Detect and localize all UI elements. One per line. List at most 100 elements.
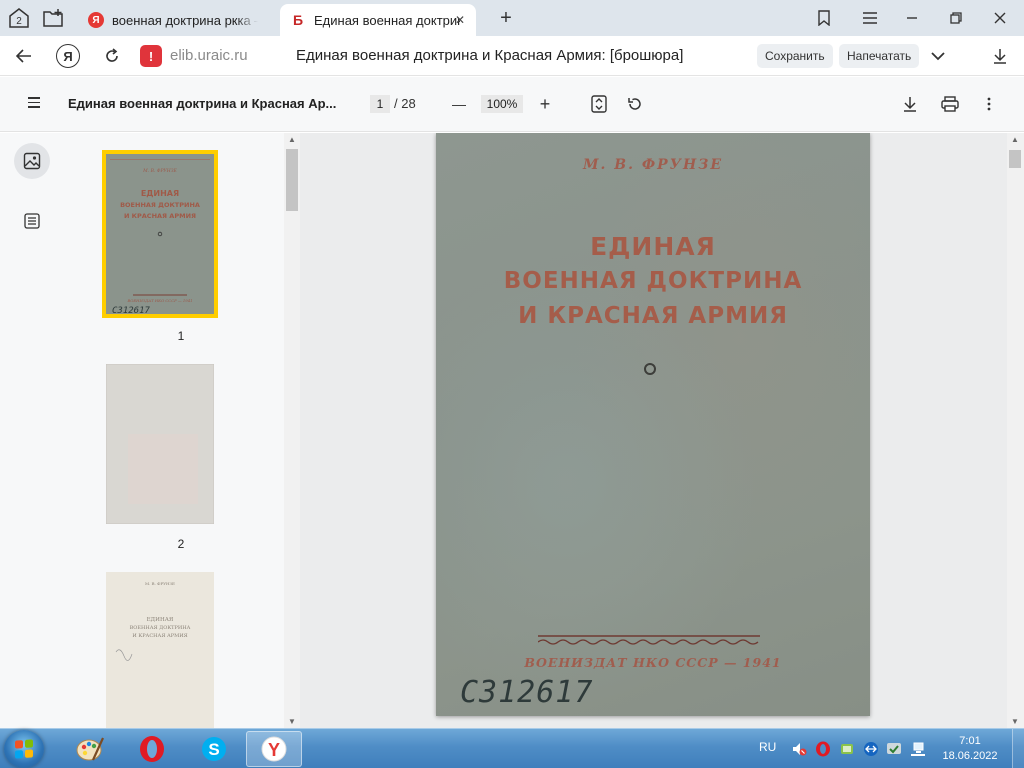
arrow-left-icon bbox=[16, 49, 31, 63]
tab-bar: 2 Я военная доктрина ркка — Яндекс Б Еди… bbox=[0, 0, 1024, 36]
paint-palette-icon bbox=[76, 737, 105, 761]
svg-text:ЕДИНАЯ: ЕДИНАЯ bbox=[141, 189, 179, 198]
document-viewer[interactable]: М. В. ФРУНЗЕ ЕДИНАЯ ВОЕННАЯ ДОКТРИНА И К… bbox=[300, 133, 1007, 728]
svg-text:ВОЕННАЯ ДОКТРИНА: ВОЕННАЯ ДОКТРИНА bbox=[130, 625, 191, 631]
pdf-download-button[interactable] bbox=[899, 93, 921, 115]
menu-button[interactable] bbox=[858, 6, 882, 30]
close-tab-icon[interactable]: ✕ bbox=[452, 12, 468, 28]
thumbnail-scrollbar[interactable]: ▲ ▼ bbox=[284, 133, 300, 728]
tab-title: Единая военная доктрина и Красная Армия bbox=[314, 12, 460, 28]
windows-logo-icon bbox=[15, 739, 33, 759]
scrollbar-handle[interactable] bbox=[1009, 150, 1021, 168]
folder-plus-icon bbox=[43, 9, 63, 27]
page-thumbnail-1[interactable]: М. В. ФРУНЗЕ ЕДИНАЯ ВОЕННАЯ ДОКТРИНА И К… bbox=[102, 150, 218, 318]
page-thumbnail-3[interactable]: М. В. ФРУНЗЕ ЕДИНАЯ ВОЕННАЯ ДОКТРИНА И К… bbox=[106, 572, 214, 728]
taskbar-paint-app[interactable] bbox=[62, 731, 118, 767]
fit-page-button[interactable] bbox=[588, 93, 610, 115]
url-text[interactable]: elib.uraic.ru bbox=[170, 47, 248, 64]
page-thumbnail-2[interactable] bbox=[105, 363, 215, 525]
pdf-title: Единая военная доктрина и Красная Ар... bbox=[68, 96, 337, 111]
yandex-logo-button[interactable]: Я bbox=[56, 44, 80, 68]
thumbnail-number: 2 bbox=[177, 537, 185, 551]
minimize-button[interactable] bbox=[900, 6, 924, 30]
home-tabs-icon: 2 bbox=[9, 8, 29, 28]
minus-icon: — bbox=[452, 96, 466, 112]
download-icon bbox=[904, 97, 916, 112]
svg-text:Y: Y bbox=[268, 740, 280, 760]
taskbar-skype-app[interactable]: S bbox=[186, 731, 242, 767]
outline-view-button[interactable] bbox=[14, 203, 50, 239]
zoom-input[interactable] bbox=[481, 95, 523, 113]
show-desktop-button[interactable] bbox=[1012, 729, 1024, 768]
scroll-down-icon[interactable]: ▼ bbox=[288, 717, 296, 726]
downloads-button[interactable] bbox=[988, 44, 1012, 68]
more-actions-button[interactable] bbox=[926, 44, 950, 68]
download-icon bbox=[994, 49, 1006, 64]
svg-text:ЕДИНАЯ: ЕДИНАЯ bbox=[147, 617, 174, 623]
svg-text:ВОЕННАЯ ДОКТРИНА: ВОЕННАЯ ДОКТРИНА bbox=[120, 201, 200, 209]
language-indicator[interactable]: RU bbox=[759, 740, 776, 754]
document-author: М. В. ФРУНЗЕ bbox=[583, 157, 723, 173]
pdf-print-button[interactable] bbox=[939, 93, 961, 115]
print-button[interactable]: Напечатать bbox=[839, 44, 920, 68]
start-button[interactable] bbox=[4, 730, 44, 768]
network-icon[interactable] bbox=[910, 741, 926, 757]
rotate-icon bbox=[628, 98, 641, 110]
restore-icon bbox=[950, 12, 962, 24]
taskbar-opera-app[interactable] bbox=[124, 731, 180, 767]
bookmarks-button[interactable] bbox=[812, 6, 836, 30]
save-button[interactable]: Сохранить bbox=[757, 44, 833, 68]
hamburger-icon bbox=[863, 12, 877, 24]
tray-teamviewer-icon[interactable] bbox=[863, 741, 879, 757]
restore-button[interactable] bbox=[944, 6, 968, 30]
printer-icon bbox=[941, 96, 959, 112]
title-line-3: И КРАСНАЯ АРМИЯ bbox=[518, 303, 788, 329]
clock-date: 18.06.2022 bbox=[942, 750, 998, 762]
tab-counter-button[interactable]: 2 bbox=[6, 5, 32, 31]
zoom-out-button[interactable]: — bbox=[448, 93, 470, 115]
page-thumbnail-image bbox=[105, 363, 215, 525]
reload-button[interactable] bbox=[100, 44, 124, 68]
volume-muted-icon[interactable] bbox=[791, 741, 807, 757]
title-line-2: ВОЕННАЯ ДОКТРИНА bbox=[503, 268, 803, 294]
tab-elib-document[interactable]: Б Единая военная доктрина и Красная Арми… bbox=[280, 4, 476, 36]
tray-opera-icon[interactable] bbox=[815, 741, 831, 757]
taskbar-yandex-browser-app[interactable]: Y bbox=[246, 731, 302, 767]
page-number-input[interactable] bbox=[370, 95, 390, 113]
page-total: / 28 bbox=[394, 96, 416, 111]
yandex-favicon-icon: Я bbox=[88, 12, 104, 28]
back-button[interactable] bbox=[12, 44, 36, 68]
svg-text:И КРАСНАЯ АРМИЯ: И КРАСНАЯ АРМИЯ bbox=[124, 212, 196, 220]
fit-page-icon bbox=[591, 95, 607, 113]
tab-yandex-search[interactable]: Я военная доктрина ркка — Яндекс bbox=[78, 4, 274, 36]
new-tab-button[interactable]: + bbox=[494, 6, 518, 30]
rotate-button[interactable] bbox=[624, 93, 646, 115]
opera-icon bbox=[140, 736, 164, 762]
security-warning-icon[interactable]: ! bbox=[140, 45, 162, 67]
page-thumbnail-image: М. В. ФРУНЗЕ ЕДИНАЯ ВОЕННАЯ ДОКТРИНА И К… bbox=[106, 154, 214, 316]
scrollbar-handle[interactable] bbox=[286, 149, 298, 211]
wave-ornament-icon bbox=[538, 635, 760, 645]
document-title: ЕДИНАЯ ВОЕННАЯ ДОКТРИНА И КРАСНАЯ АРМИЯ bbox=[436, 229, 870, 334]
tray-security-icon[interactable] bbox=[886, 741, 902, 757]
thumbnails-view-button[interactable] bbox=[14, 143, 50, 179]
scroll-down-icon[interactable]: ▼ bbox=[1011, 717, 1019, 726]
svg-text:2: 2 bbox=[16, 16, 22, 27]
document-page: М. В. ФРУНЗЕ ЕДИНАЯ ВОЕННАЯ ДОКТРИНА И К… bbox=[436, 133, 870, 716]
sidebar-toggle-button[interactable] bbox=[24, 94, 44, 114]
svg-text:М. В. ФРУНЗЕ: М. В. ФРУНЗЕ bbox=[142, 168, 177, 174]
clock-time: 7:01 bbox=[959, 735, 981, 747]
scroll-up-icon[interactable]: ▲ bbox=[1011, 135, 1019, 144]
list-icon bbox=[24, 213, 40, 229]
tray-app-green-icon[interactable] bbox=[839, 741, 855, 757]
system-clock[interactable]: 7:01 18.06.2022 bbox=[938, 734, 1002, 764]
thumbnail-panel: М. В. ФРУНЗЕ ЕДИНАЯ ВОЕННАЯ ДОКТРИНА И К… bbox=[62, 133, 300, 728]
add-tab-folder-button[interactable] bbox=[40, 5, 66, 31]
more-options-button[interactable] bbox=[978, 93, 1000, 115]
scroll-up-icon[interactable]: ▲ bbox=[288, 135, 296, 144]
page-thumbnail-image: М. В. ФРУНЗЕ ЕДИНАЯ ВОЕННАЯ ДОКТРИНА И К… bbox=[106, 572, 214, 728]
viewer-scrollbar[interactable]: ▲ ▼ bbox=[1007, 133, 1024, 728]
zoom-in-button[interactable]: + bbox=[534, 93, 556, 115]
plus-icon: + bbox=[539, 93, 551, 114]
close-window-button[interactable] bbox=[988, 6, 1012, 30]
